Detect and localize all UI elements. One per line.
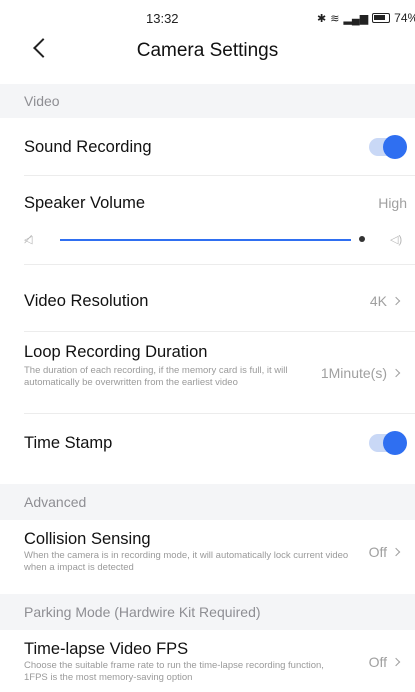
sound-recording-toggle[interactable]: [369, 135, 407, 159]
collision-sensing-value-wrap: Off: [368, 544, 401, 560]
chevron-right-icon: [391, 657, 401, 667]
collision-sensing-label: Collision Sensing: [24, 530, 151, 548]
speaker-volume-label: Speaker Volume: [24, 194, 146, 212]
time-stamp-toggle[interactable]: [369, 431, 407, 455]
loop-recording-row[interactable]: Loop Recording Duration The duration of …: [24, 332, 415, 414]
sound-recording-label: Sound Recording: [24, 138, 152, 156]
slider-thumb[interactable]: [358, 236, 365, 242]
camera-settings-screen: 13:32 ✱ ≋ ▂▄▆ 74% Camera Settings Video …: [0, 0, 415, 692]
timelapse-fps-row[interactable]: Time-lapse Video FPS Choose the suitable…: [24, 630, 415, 692]
wifi-icon: ≋: [330, 12, 340, 25]
chevron-right-icon: [391, 547, 401, 557]
collision-sensing-value: Off: [368, 544, 387, 560]
battery-icon: [372, 13, 391, 23]
status-icons: ✱ ≋ ▂▄▆ 74%: [317, 11, 415, 25]
status-time: 13:32: [146, 11, 179, 26]
loop-recording-description: The duration of each recording, if the m…: [24, 365, 288, 388]
section-header-parking: Parking Mode (Hardwire Kit Required): [0, 594, 415, 630]
dnd-icon: ✱: [317, 12, 327, 25]
timelapse-fps-value: Off: [368, 654, 387, 670]
loop-recording-value-wrap: 1Minute(s): [320, 365, 401, 381]
toggle-knob: [383, 135, 407, 159]
speaker-volume-value: High: [378, 195, 407, 211]
video-resolution-label: Video Resolution: [24, 292, 149, 310]
speaker-volume-slider[interactable]: ◁̸ ◁): [24, 225, 415, 265]
section-header-video: Video: [0, 84, 415, 118]
time-stamp-label: Time Stamp: [24, 434, 113, 452]
collision-sensing-row[interactable]: Collision Sensing When the camera is in …: [24, 520, 415, 590]
page-title: Camera Settings: [136, 40, 279, 61]
speaker-volume-row: Speaker Volume High: [24, 176, 415, 226]
time-stamp-row[interactable]: Time Stamp: [24, 414, 415, 478]
video-resolution-value-wrap: 4K: [369, 293, 401, 309]
status-bar: 13:32 ✱ ≋ ▂▄▆ 74%: [0, 0, 415, 34]
timelapse-fps-description: Choose the suitable frame rate to run th…: [24, 660, 324, 683]
loop-recording-value: 1Minute(s): [320, 365, 387, 381]
section-header-advanced: Advanced: [0, 484, 415, 520]
battery-percent: 74%: [394, 11, 415, 25]
cellular-icon: ▂▄▆: [343, 12, 369, 25]
slider-track[interactable]: [60, 239, 351, 241]
timelapse-fps-value-wrap: Off: [368, 654, 401, 670]
video-resolution-value: 4K: [369, 293, 387, 309]
toggle-knob: [383, 431, 407, 455]
chevron-right-icon: [391, 368, 401, 378]
video-resolution-row[interactable]: Video Resolution 4K: [24, 270, 415, 332]
header: Camera Settings: [0, 34, 415, 68]
speaker-mute-icon: ◁̸: [24, 234, 33, 246]
collision-sensing-description: When the camera is in recording mode, it…: [24, 550, 349, 573]
chevron-right-icon: [391, 296, 401, 306]
loop-recording-label: Loop Recording Duration: [24, 343, 208, 361]
timelapse-fps-label: Time-lapse Video FPS: [24, 640, 189, 658]
sound-recording-row[interactable]: Sound Recording: [24, 118, 415, 176]
speaker-loud-icon: ◁): [390, 234, 403, 246]
